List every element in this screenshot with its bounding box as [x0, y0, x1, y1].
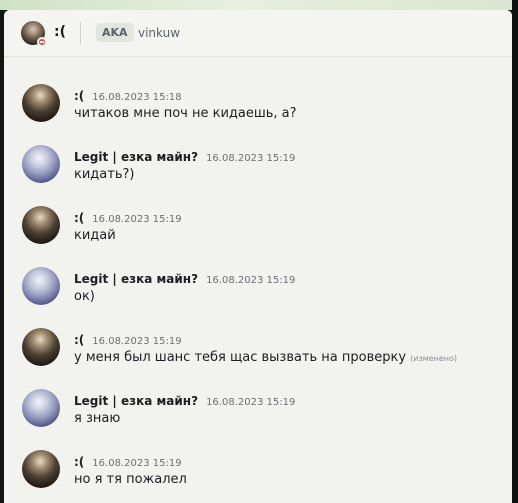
message-item: Legit | езка майн? 16.08.2023 15:19 ок): [4, 256, 512, 312]
message-text: кидай: [74, 228, 116, 243]
message-text: читаков мне поч не кидаешь, а?: [74, 106, 297, 121]
message-text: у меня был шанс тебя щас вызвать на пров…: [74, 350, 457, 365]
message-author[interactable]: :(: [74, 211, 84, 225]
message-timestamp: 16.08.2023 15:19: [206, 397, 296, 408]
dm-title[interactable]: :(: [54, 24, 66, 40]
right-edge: [512, 0, 518, 503]
header-divider: [80, 22, 81, 44]
avatar[interactable]: [22, 84, 60, 122]
message-item: :( 16.08.2023 15:19 у меня был шанс тебя …: [4, 317, 512, 373]
message-author[interactable]: Legit | езка майн?: [74, 394, 198, 408]
message-item: :( 16.08.2023 15:19 но я тя пожалел: [4, 439, 512, 495]
message-text: ок): [74, 289, 95, 304]
aka-handle: vinkuw: [138, 26, 181, 40]
avatar[interactable]: [22, 267, 60, 305]
avatar[interactable]: [22, 450, 60, 488]
avatar[interactable]: [22, 145, 60, 183]
message-author[interactable]: Legit | езка майн?: [74, 150, 198, 164]
message-timestamp: 16.08.2023 15:19: [92, 458, 182, 469]
message-text-body: у меня был шанс тебя щас вызвать на пров…: [74, 350, 407, 365]
message-timestamp: 16.08.2023 15:19: [206, 153, 296, 164]
message-timestamp: 16.08.2023 15:19: [92, 336, 182, 347]
avatar[interactable]: [22, 206, 60, 244]
message-author[interactable]: Legit | езка майн?: [74, 272, 198, 286]
aka-badge: AKA: [96, 23, 134, 42]
message-author[interactable]: :(: [74, 333, 84, 347]
avatar[interactable]: [22, 328, 60, 366]
message-text: я знаю: [74, 411, 121, 426]
message-item: :( 16.08.2023 15:18 читаков мне поч не ки…: [4, 73, 512, 129]
dnd-status-icon: [37, 37, 47, 47]
message-timestamp: 16.08.2023 15:19: [92, 214, 182, 225]
dm-header: :( AKA vinkuw: [4, 10, 512, 57]
message-text: но я тя пожалел: [74, 472, 187, 487]
message-item: :( 16.08.2023 15:19 кидай: [4, 195, 512, 251]
avatar[interactable]: [22, 389, 60, 427]
dm-window: :( AKA vinkuw :( 16.08.2023 15:18 читаков…: [4, 10, 512, 503]
message-author[interactable]: :(: [74, 455, 84, 469]
message-author[interactable]: :(: [74, 89, 84, 103]
message-item: Legit | езка майн? 16.08.2023 15:19 я зна…: [4, 378, 512, 434]
screen-frame: :( AKA vinkuw :( 16.08.2023 15:18 читаков…: [0, 0, 518, 503]
message-text: кидать?): [74, 167, 135, 182]
message-timestamp: 16.08.2023 15:19: [206, 275, 296, 286]
message-timestamp: 16.08.2023 15:18: [92, 92, 182, 103]
top-background-strip: [0, 0, 518, 10]
message-item: Legit | езка майн? 16.08.2023 15:19 кидат…: [4, 134, 512, 190]
edited-label: (изменено): [410, 354, 458, 363]
